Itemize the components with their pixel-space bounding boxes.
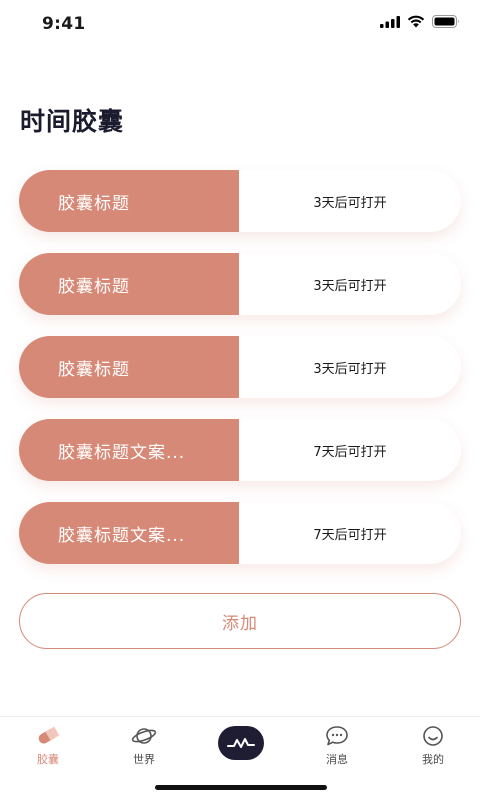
wifi-icon — [407, 15, 425, 28]
capsule-icon — [38, 726, 60, 744]
status-bar: 9:41 — [0, 0, 480, 44]
tab-label: 胶囊 — [37, 753, 59, 766]
add-button-label: 添加 — [222, 613, 258, 634]
center-pulse-button[interactable] — [218, 726, 264, 760]
capsule-item[interactable]: 胶囊标题文案... 7天后可打开 — [19, 502, 461, 564]
capsule-right-half: 3天后可打开 — [239, 336, 461, 398]
capsule-title: 胶囊标题文案... — [58, 442, 186, 463]
capsule-right-half: 3天后可打开 — [239, 253, 461, 315]
status-icons — [380, 15, 460, 28]
capsule-item[interactable]: 胶囊标题文案... 7天后可打开 — [19, 419, 461, 481]
cellular-signal-icon — [380, 15, 400, 28]
tab-capsule[interactable]: 胶囊 — [18, 725, 78, 767]
capsule-item[interactable]: 胶囊标题 3天后可打开 — [19, 336, 461, 398]
capsule-open-status: 3天后可打开 — [313, 361, 387, 377]
tab-world[interactable]: 世界 — [114, 725, 174, 767]
capsule-left-half: 胶囊标题文案... — [19, 419, 239, 481]
tab-label: 世界 — [133, 753, 155, 766]
capsule-left-half: 胶囊标题 — [19, 253, 239, 315]
status-time: 9:41 — [42, 14, 86, 34]
pulse-icon — [227, 738, 255, 748]
capsule-title: 胶囊标题 — [58, 276, 130, 297]
capsule-list: 胶囊标题 3天后可打开 胶囊标题 3天后可打开 胶囊标题 3天后可打开 胶囊标题… — [19, 170, 461, 585]
capsule-right-half: 7天后可打开 — [239, 419, 461, 481]
tab-messages[interactable]: 消息 — [307, 725, 367, 767]
capsule-item[interactable]: 胶囊标题 3天后可打开 — [19, 253, 461, 315]
capsule-open-status: 7天后可打开 — [313, 444, 387, 460]
capsule-title: 胶囊标题文案... — [58, 525, 186, 546]
capsule-item[interactable]: 胶囊标题 3天后可打开 — [19, 170, 461, 232]
capsule-open-status: 3天后可打开 — [313, 278, 387, 294]
capsule-right-half: 3天后可打开 — [239, 170, 461, 232]
add-button[interactable]: 添加 — [19, 593, 461, 649]
page-title: 时间胶囊 — [20, 107, 125, 136]
capsule-left-half: 胶囊标题 — [19, 170, 239, 232]
capsule-left-half: 胶囊标题文案... — [19, 502, 239, 564]
tab-label: 我的 — [422, 753, 444, 766]
capsule-open-status: 3天后可打开 — [313, 195, 387, 211]
home-indicator — [155, 785, 327, 790]
capsule-open-status: 7天后可打开 — [313, 527, 387, 543]
planet-icon — [131, 728, 157, 744]
tab-profile[interactable]: 我的 — [403, 725, 463, 767]
capsule-title: 胶囊标题 — [58, 359, 130, 380]
capsule-right-half: 7天后可打开 — [239, 502, 461, 564]
smiley-icon — [423, 726, 443, 746]
chat-bubble-icon — [326, 726, 348, 746]
capsule-left-half: 胶囊标题 — [19, 336, 239, 398]
capsule-title: 胶囊标题 — [58, 193, 130, 214]
battery-icon — [432, 15, 459, 28]
tab-label: 消息 — [326, 753, 348, 766]
